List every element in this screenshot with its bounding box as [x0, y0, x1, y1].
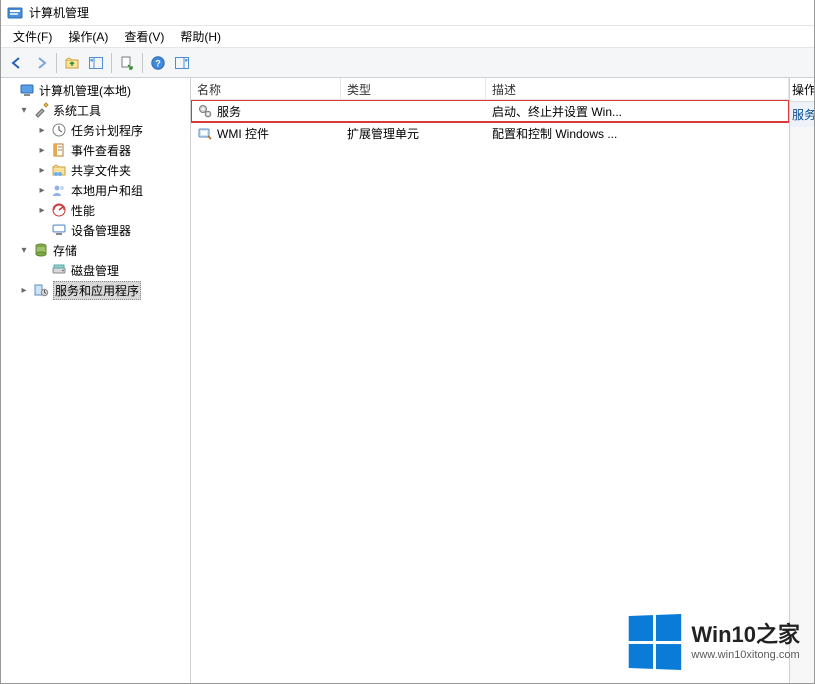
chevron-right-icon[interactable]: ▸	[35, 163, 49, 177]
device-manager-icon	[51, 222, 67, 238]
tree-label: 共享文件夹	[71, 162, 131, 179]
tree-performance[interactable]: ▸ 性能	[1, 200, 190, 220]
tree-label: 事件查看器	[71, 142, 131, 159]
chevron-right-icon[interactable]: ▸	[35, 123, 49, 137]
menubar: 文件(F) 操作(A) 查看(V) 帮助(H)	[1, 26, 814, 48]
list-cell-type	[341, 109, 486, 113]
help-button[interactable]: ?	[146, 51, 170, 75]
toolbar-separator	[111, 53, 112, 73]
list-cell-desc: 启动、终止并设置 Win...	[486, 101, 789, 122]
chevron-right-icon[interactable]: ▸	[35, 203, 49, 217]
actions-pane-header: 操作	[790, 78, 814, 102]
up-folder-button[interactable]	[60, 51, 84, 75]
tree-services-apps[interactable]: ▸ 服务和应用程序	[1, 280, 190, 300]
list-pane: 名称 类型 描述 服务 启动、终止并	[191, 78, 790, 683]
window-title: 计算机管理	[29, 4, 89, 21]
gears-icon	[197, 103, 213, 119]
list-header: 名称 类型 描述	[191, 78, 789, 100]
tree-root[interactable]: 计算机管理(本地)	[1, 80, 190, 100]
tree-shared-folders[interactable]: ▸ 共享文件夹	[1, 160, 190, 180]
actions-pane-item[interactable]: 服务	[790, 102, 814, 127]
wmi-icon	[197, 125, 213, 141]
chevron-right-icon[interactable]: ▸	[35, 183, 49, 197]
show-hide-tree-button[interactable]	[84, 51, 108, 75]
tools-icon	[33, 102, 49, 118]
chevron-right-icon[interactable]: ▸	[35, 143, 49, 157]
tree-event-viewer[interactable]: ▸ 事件查看器	[1, 140, 190, 160]
chevron-right-icon[interactable]: ▸	[17, 283, 31, 297]
shared-folder-icon	[51, 162, 67, 178]
tree-label: 性能	[71, 202, 95, 219]
tree-label: 存储	[53, 242, 77, 259]
show-hide-action-pane-button[interactable]	[170, 51, 194, 75]
tree-label: 本地用户和组	[71, 182, 143, 199]
list-cell-text: WMI 控件	[217, 125, 269, 142]
tree-disk-management[interactable]: 磁盘管理	[1, 260, 190, 280]
list-cell-name: WMI 控件	[191, 123, 341, 144]
forward-button[interactable]	[29, 51, 53, 75]
column-header-desc[interactable]: 描述	[486, 78, 789, 99]
column-header-name[interactable]: 名称	[191, 78, 341, 99]
tree-label: 设备管理器	[71, 222, 131, 239]
clock-icon	[51, 122, 67, 138]
list-body[interactable]: 服务 启动、终止并设置 Win... WMI 控件 扩展管理单	[191, 100, 789, 683]
column-header-type[interactable]: 类型	[341, 78, 486, 99]
app-icon	[7, 5, 23, 21]
event-log-icon	[51, 142, 67, 158]
main-area: 计算机管理(本地) ▾ 系统工具	[1, 78, 814, 683]
list-cell-type: 扩展管理单元	[341, 123, 486, 144]
toolbar: ?	[1, 48, 814, 78]
users-icon	[51, 182, 67, 198]
chevron-down-icon[interactable]: ▾	[17, 103, 31, 117]
list-row-services[interactable]: 服务 启动、终止并设置 Win...	[191, 100, 789, 122]
list-row-wmi[interactable]: WMI 控件 扩展管理单元 配置和控制 Windows ...	[191, 122, 789, 144]
disk-icon	[51, 262, 67, 278]
menu-file[interactable]: 文件(F)	[5, 26, 60, 47]
toolbar-separator	[56, 53, 57, 73]
tree-device-manager[interactable]: 设备管理器	[1, 220, 190, 240]
storage-icon	[33, 242, 49, 258]
tree-local-users[interactable]: ▸ 本地用户和组	[1, 180, 190, 200]
list-cell-text: 服务	[217, 103, 241, 120]
export-list-button[interactable]	[115, 51, 139, 75]
actions-pane: 操作 服务	[790, 78, 814, 683]
back-button[interactable]	[5, 51, 29, 75]
tree-task-scheduler[interactable]: ▸ 任务计划程序	[1, 120, 190, 140]
menu-view[interactable]: 查看(V)	[116, 26, 172, 47]
performance-icon	[51, 202, 67, 218]
menu-action[interactable]: 操作(A)	[60, 26, 116, 47]
menu-help[interactable]: 帮助(H)	[172, 26, 229, 47]
list-cell-desc: 配置和控制 Windows ...	[486, 123, 789, 144]
services-apps-icon	[33, 282, 49, 298]
tree-pane[interactable]: 计算机管理(本地) ▾ 系统工具	[1, 78, 191, 683]
tree-label: 服务和应用程序	[53, 281, 141, 300]
tree-label: 系统工具	[53, 102, 101, 119]
tree-storage[interactable]: ▾ 存储	[1, 240, 190, 260]
toolbar-separator	[142, 53, 143, 73]
tree-label: 计算机管理(本地)	[39, 82, 131, 99]
tree-label: 任务计划程序	[71, 122, 143, 139]
tree-system-tools[interactable]: ▾ 系统工具	[1, 100, 190, 120]
computer-icon	[19, 82, 35, 98]
window-titlebar: 计算机管理	[1, 0, 814, 26]
svg-text:?: ?	[155, 58, 161, 68]
tree-label: 磁盘管理	[71, 262, 119, 279]
chevron-down-icon[interactable]: ▾	[17, 243, 31, 257]
list-cell-name: 服务	[191, 101, 341, 122]
